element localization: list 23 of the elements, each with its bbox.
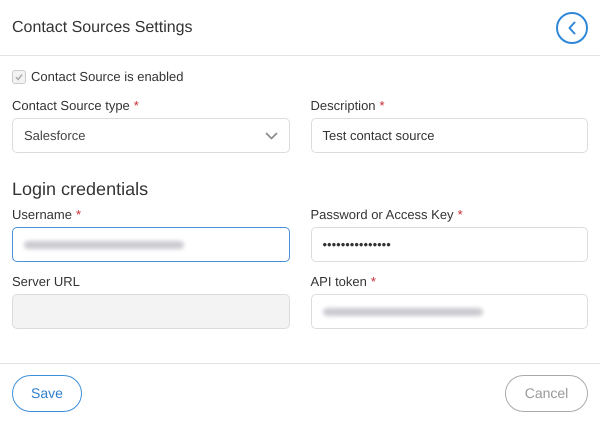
input-field[interactable]: Test contact source [310, 118, 588, 153]
checkbox-label: Contact Source is enabled [31, 68, 184, 86]
field-label: API token [310, 273, 367, 288]
chevron-down-icon [264, 132, 278, 140]
save-button[interactable]: Save [12, 375, 82, 412]
dropdown[interactable]: Salesforce [12, 118, 290, 153]
dialog-title: Contact Sources Settings [12, 18, 193, 38]
field-label: Server URL [12, 273, 80, 288]
required-mark: * [458, 206, 463, 221]
field-label: Password or Access Key [310, 206, 454, 221]
required-mark: * [380, 97, 385, 112]
field-label: Username [12, 206, 72, 221]
back-button[interactable] [556, 12, 588, 44]
field-label: Description [310, 97, 376, 112]
chevron-left-icon [567, 20, 577, 34]
required-mark: * [76, 206, 82, 221]
input-field[interactable]: ••••••••••••••• [310, 227, 588, 262]
required-mark: * [370, 273, 376, 288]
input-field[interactable] [12, 227, 290, 262]
field-label: Contact Source type [12, 97, 130, 112]
section-heading: Login credentials [12, 178, 150, 200]
required-mark: * [134, 97, 139, 112]
checkmark-icon [14, 72, 24, 82]
